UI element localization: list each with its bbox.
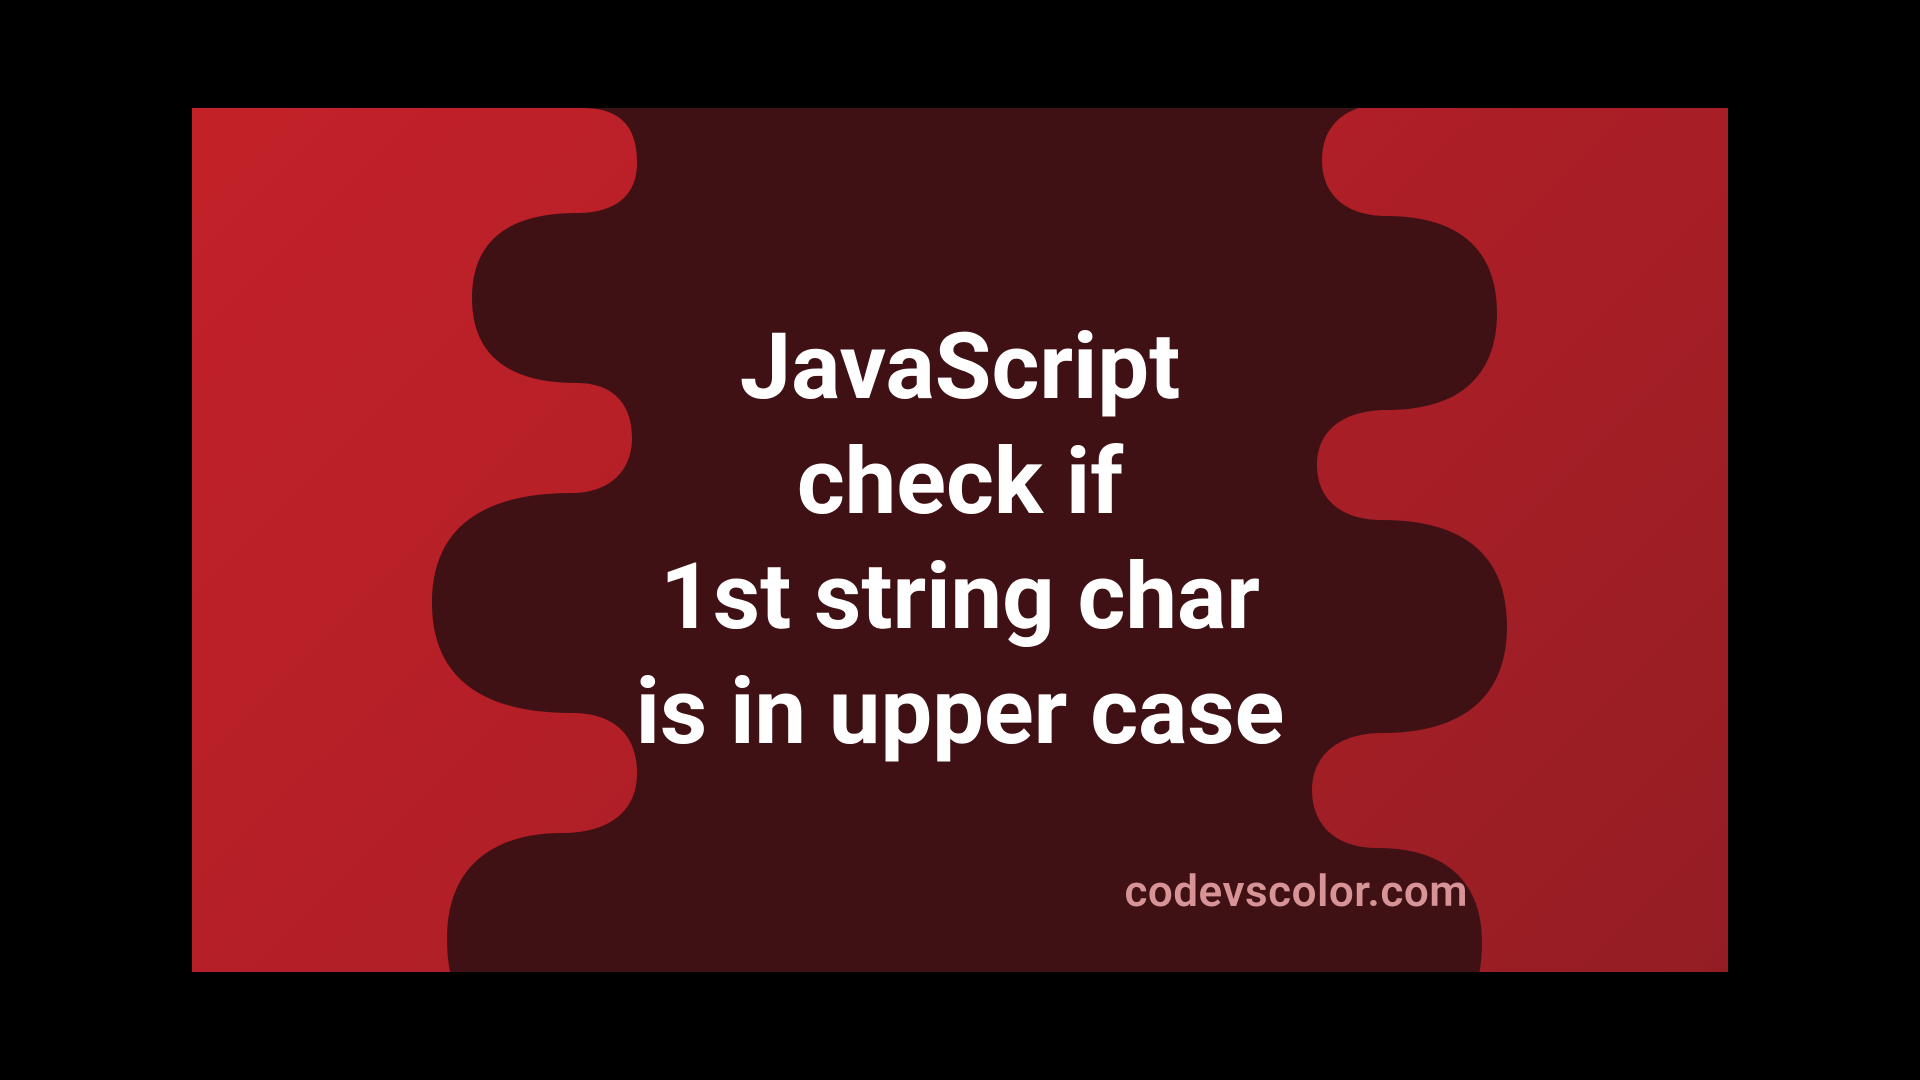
headline-text: JavaScript check if 1st string char is i… (636, 310, 1285, 770)
headline-line-4: is in upper case (636, 655, 1285, 770)
headline-line-3: 1st string char (636, 540, 1285, 655)
headline-line-1: JavaScript (636, 310, 1285, 425)
watermark-text: codevscolor.com (1124, 865, 1468, 917)
headline-line-2: check if (636, 425, 1285, 540)
banner-card: JavaScript check if 1st string char is i… (192, 108, 1728, 972)
